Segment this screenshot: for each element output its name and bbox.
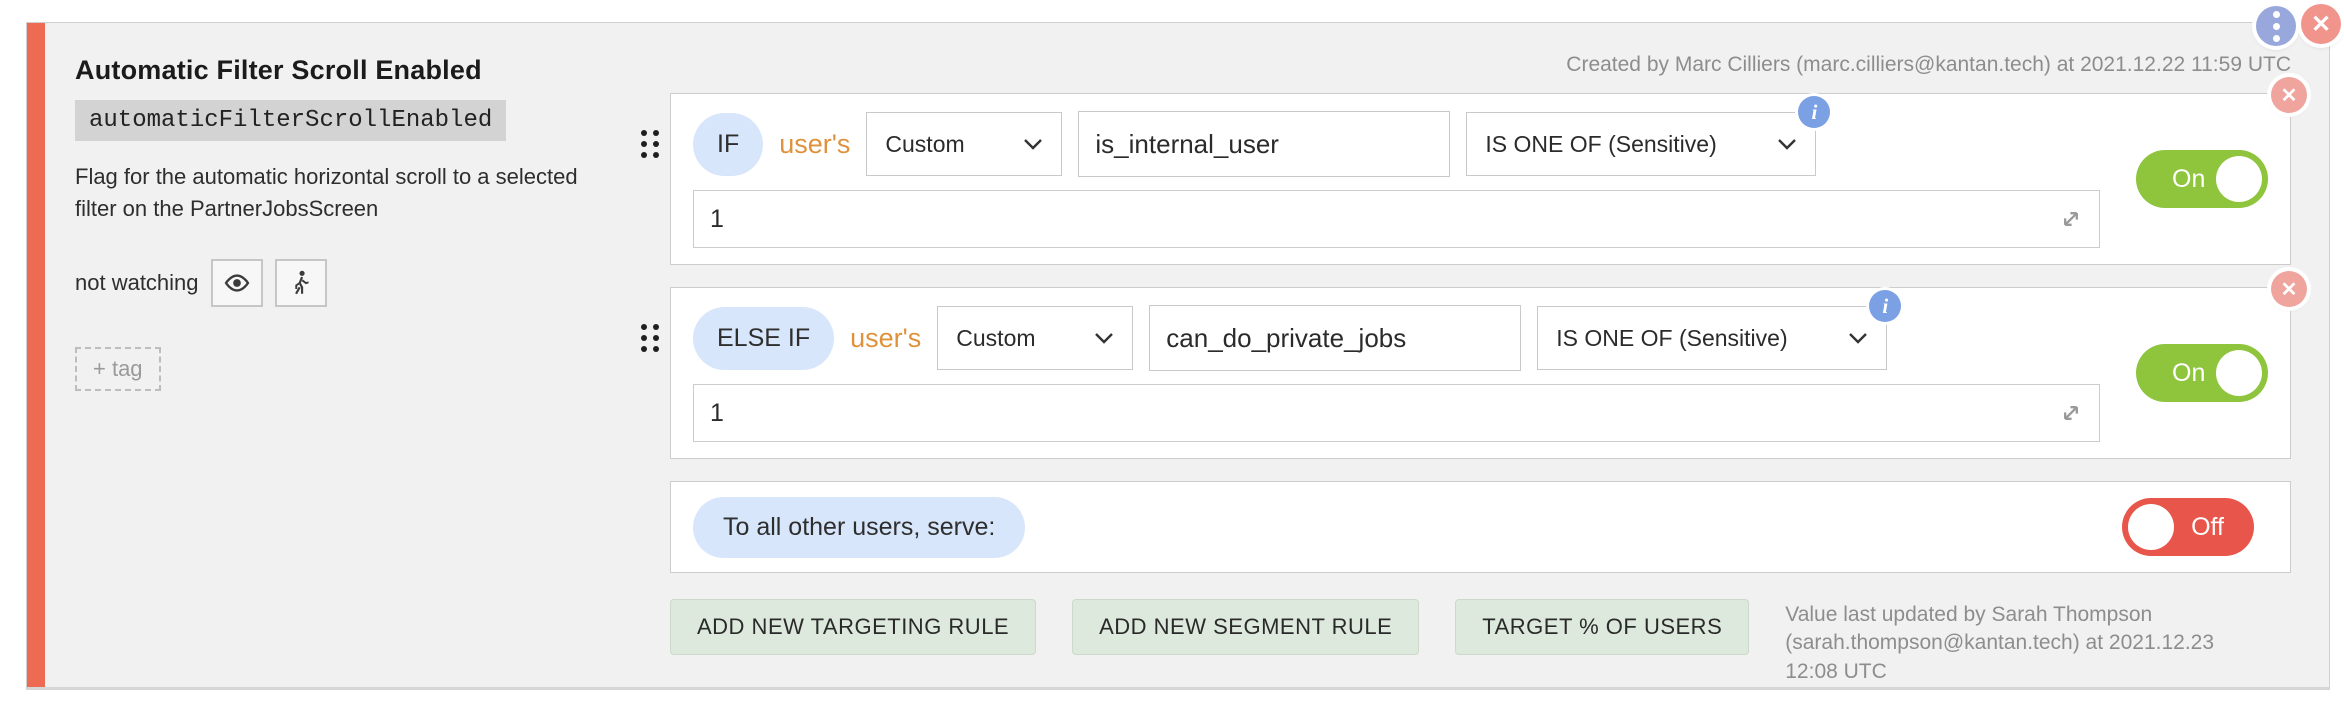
close-icon: ✕: [2281, 83, 2298, 108]
chevron-down-icon: [1094, 332, 1114, 344]
comparator-select[interactable]: IS ONE OF (Sensitive) i: [1537, 306, 1887, 370]
watch-row: not watching: [75, 259, 640, 307]
eye-icon: [223, 269, 251, 297]
rule-2-serve-toggle[interactable]: On: [2136, 344, 2268, 402]
feature-flag-card: Automatic Filter Scroll Enabled automati…: [26, 22, 2330, 690]
rule-1-serve-toggle[interactable]: On: [2136, 150, 2268, 208]
expand-icon[interactable]: [2057, 205, 2085, 233]
drag-handle-icon[interactable]: [641, 324, 659, 352]
created-by-text: Created by Marc Cilliers (marc.cilliers@…: [640, 53, 2291, 77]
default-rule-label: To all other users, serve:: [693, 497, 1025, 558]
toggle-knob: [2216, 350, 2262, 396]
add-tag-button[interactable]: + tag: [75, 347, 161, 391]
walking-person-icon: [288, 269, 314, 297]
subject-label: user's: [779, 129, 850, 160]
delete-rule-2-button[interactable]: ✕: [2271, 271, 2307, 307]
attribute-type-select[interactable]: Custom: [866, 112, 1062, 176]
toggle-state-label: Off: [2191, 498, 2224, 556]
add-targeting-rule-button[interactable]: ADD NEW TARGETING RULE: [670, 599, 1036, 655]
drag-handle-icon[interactable]: [641, 130, 659, 158]
info-icon[interactable]: i: [1869, 290, 1901, 322]
toggle-knob: [2128, 504, 2174, 550]
flag-description: Flag for the automatic horizontal scroll…: [75, 161, 580, 225]
attribute-name-input[interactable]: [1078, 111, 1450, 177]
watch-button[interactable]: [211, 259, 263, 307]
comparison-value-field[interactable]: 1: [693, 190, 2100, 248]
attribute-type-value: Custom: [956, 325, 1035, 352]
chevron-down-icon: [1023, 138, 1043, 150]
target-percent-button[interactable]: TARGET % OF USERS: [1455, 599, 1749, 655]
toggle-state-label: On: [2172, 150, 2205, 208]
close-flag-button[interactable]: ✕: [2301, 4, 2341, 44]
close-icon: ✕: [2281, 277, 2298, 302]
rule-actions-row: ADD NEW TARGETING RULE ADD NEW SEGMENT R…: [670, 599, 2291, 686]
targeting-rule-2: ✕ ELSE IF user's Custom: [670, 287, 2291, 459]
comparison-value: 1: [710, 205, 2057, 234]
comparison-value: 1: [710, 399, 2057, 428]
last-updated-text: Value last updated by Sarah Thompson (sa…: [1785, 601, 2230, 686]
flag-key-chip[interactable]: automaticFilterScrollEnabled: [75, 100, 506, 141]
chevron-down-icon: [1777, 138, 1797, 150]
info-icon[interactable]: i: [1798, 96, 1830, 128]
flag-menu-button[interactable]: [2256, 6, 2296, 46]
targeting-panel: Created by Marc Cilliers (marc.cilliers@…: [640, 39, 2291, 687]
zombie-flag-button[interactable]: [275, 259, 327, 307]
subject-label: user's: [850, 323, 921, 354]
page: Automatic Filter Scroll Enabled automati…: [0, 0, 2344, 706]
condition-badge-if: IF: [693, 113, 763, 176]
expand-icon[interactable]: [2057, 399, 2085, 427]
targeting-rule-1: ✕ IF user's Custom: [670, 93, 2291, 265]
comparator-value: IS ONE OF (Sensitive): [1485, 131, 1716, 158]
flag-accent-bar: [27, 23, 45, 687]
default-serve-toggle[interactable]: Off: [2122, 498, 2254, 556]
attribute-type-value: Custom: [885, 131, 964, 158]
add-segment-rule-button[interactable]: ADD NEW SEGMENT RULE: [1072, 599, 1419, 655]
attribute-type-select[interactable]: Custom: [937, 306, 1133, 370]
close-icon: ✕: [2311, 10, 2331, 39]
chevron-down-icon: [1848, 332, 1868, 344]
comparator-value: IS ONE OF (Sensitive): [1556, 325, 1787, 352]
condition-badge-else-if: ELSE IF: [693, 307, 834, 370]
comparison-value-field[interactable]: 1: [693, 384, 2100, 442]
default-rule-row: To all other users, serve: Off: [670, 481, 2291, 573]
flag-info-panel: Automatic Filter Scroll Enabled automati…: [75, 39, 640, 687]
comparator-select[interactable]: IS ONE OF (Sensitive) i: [1466, 112, 1816, 176]
delete-rule-1-button[interactable]: ✕: [2271, 77, 2307, 113]
watch-status-label: not watching: [75, 270, 199, 296]
toggle-knob: [2216, 156, 2262, 202]
toggle-state-label: On: [2172, 344, 2205, 402]
attribute-name-input[interactable]: [1149, 305, 1521, 371]
flag-title: Automatic Filter Scroll Enabled: [75, 55, 640, 86]
kebab-menu-icon: [2273, 8, 2280, 44]
